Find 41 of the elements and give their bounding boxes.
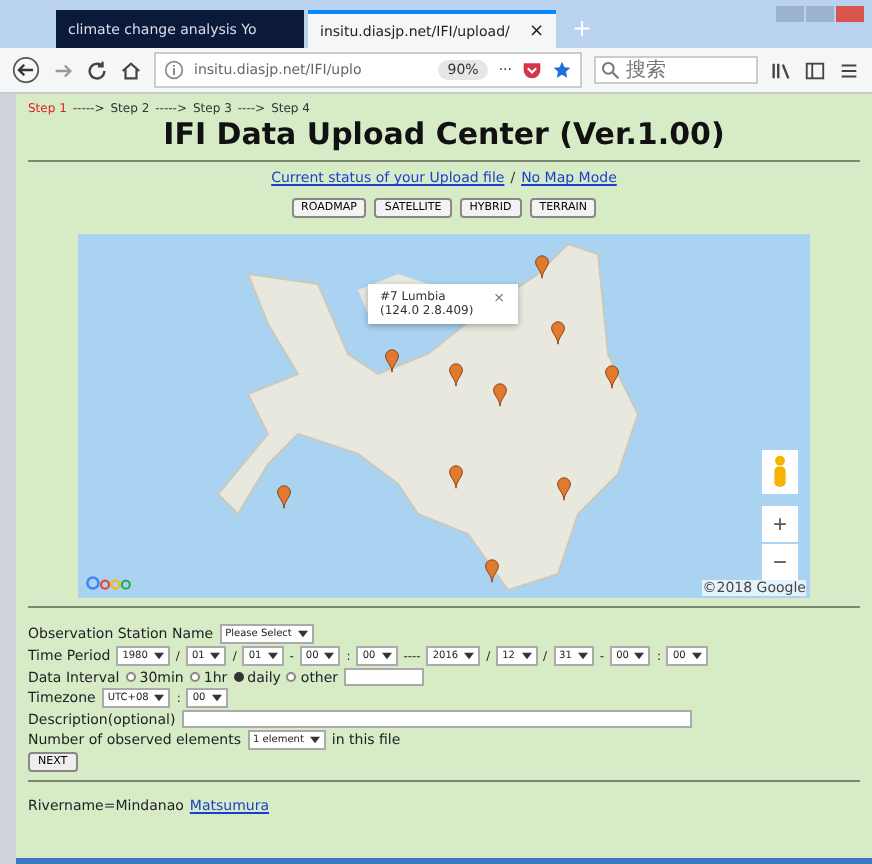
forward-icon[interactable] [52,59,74,81]
map-pin-icon[interactable] [550,320,566,346]
reload-icon[interactable] [86,59,108,81]
zoom-out-button[interactable]: − [762,544,798,580]
info-icon[interactable] [164,60,184,80]
caret-icon [210,652,221,660]
caret-icon [521,652,531,660]
caret-icon [577,652,588,660]
map-pin-icon[interactable] [556,476,572,502]
caret-icon [267,652,278,660]
zoom-in-button[interactable]: + [762,506,798,542]
caret-icon [464,652,475,660]
sidebar-icon[interactable] [804,59,826,81]
menu-icon[interactable] [838,59,860,81]
caret-icon [154,694,165,702]
input-field[interactable] [344,668,425,686]
home-icon[interactable] [120,59,142,81]
library-icon[interactable] [770,59,792,81]
caret-icon [324,652,335,660]
search-field[interactable]: 搜索 [594,56,758,84]
map-pin-icon[interactable] [534,254,550,280]
caret-icon [297,630,308,638]
map-pin-icon[interactable] [484,558,500,584]
caret-icon [309,736,320,744]
map-pin-icon[interactable] [384,348,400,374]
caret-icon [634,652,645,660]
page-title: IFI Data Upload Center (Ver.1.00) [161,116,727,152]
map-pin-icon[interactable] [276,484,292,510]
star-icon[interactable] [552,60,572,80]
back-icon[interactable] [12,56,40,84]
caret-icon [381,652,392,660]
map-pin-icon[interactable] [604,364,620,390]
map-pin-icon[interactable] [448,362,464,388]
map-pin-icon[interactable] [448,464,464,490]
window-controls-icon[interactable] [776,6,864,22]
pocket-icon[interactable] [522,60,542,80]
caret-icon [153,652,164,660]
caret-icon [691,652,702,660]
map-pin-icon[interactable] [492,382,508,408]
caret-icon [211,694,222,702]
description-field[interactable] [181,710,692,728]
